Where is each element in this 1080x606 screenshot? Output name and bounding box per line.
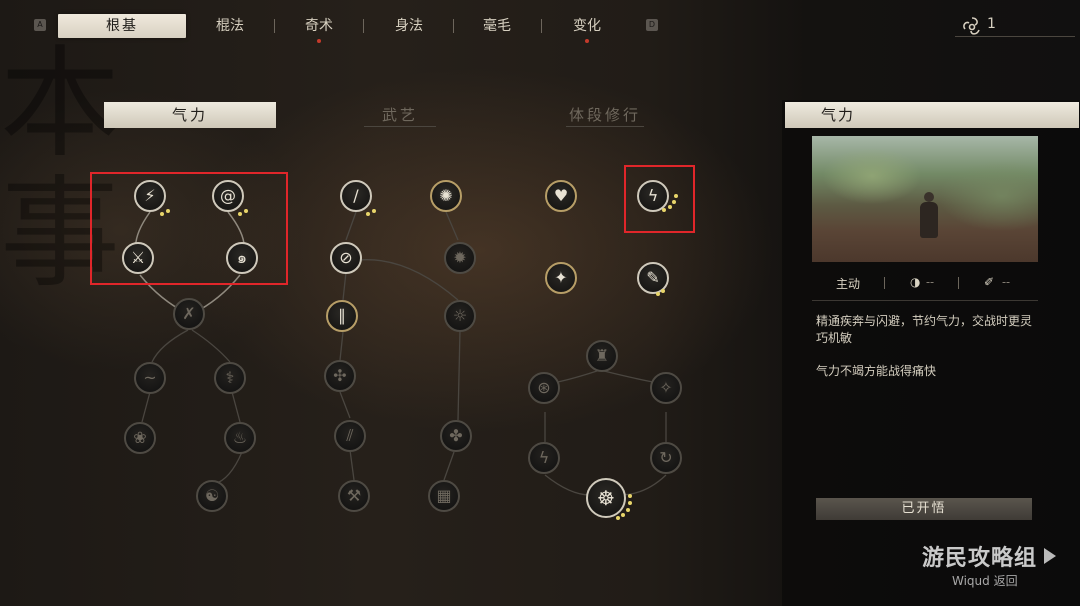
locked-skill-icon[interactable]: ~ bbox=[134, 362, 166, 394]
locked-skill-icon[interactable]: ♜ bbox=[586, 340, 618, 372]
locked-skill-icon[interactable]: ⚒ bbox=[338, 480, 370, 512]
locked-skill-icon[interactable]: ✧ bbox=[650, 372, 682, 404]
locked-skill-icon[interactable]: ϟ bbox=[528, 442, 560, 474]
locked-skill-icon[interactable]: ☼ bbox=[444, 300, 476, 332]
skill-description: 精通疾奔与闪避，节约气力，交战时更灵巧机敏 气力不竭方能战得痛快 bbox=[816, 313, 1036, 396]
skill-type-label: 主动 bbox=[836, 277, 861, 291]
level-pips bbox=[366, 206, 386, 226]
locked-skill-icon[interactable]: ✣ bbox=[324, 360, 356, 392]
enlightened-status-button[interactable]: 已开悟 bbox=[816, 498, 1032, 520]
skill-preview-image bbox=[812, 136, 1038, 262]
spirit-points-value: 1 bbox=[987, 16, 996, 32]
locked-skill-icon[interactable]: ✤ bbox=[440, 420, 472, 452]
locked-skill-icon[interactable]: ↻ bbox=[650, 442, 682, 474]
description-main: 精通疾奔与闪避，节约气力，交战时更灵巧机敏 bbox=[816, 314, 1033, 345]
description-flavor: 气力不竭方能战得痛快 bbox=[816, 364, 937, 378]
stats-divider bbox=[958, 277, 959, 289]
watermark-main: 游民攻略组 bbox=[922, 546, 1038, 571]
watermark-sub: Wiqud 返回 bbox=[952, 574, 1018, 588]
locked-skill-icon[interactable]: ☯ bbox=[196, 480, 228, 512]
spirit-points-counter: 1 bbox=[955, 12, 1075, 38]
highlight-box-qili-nodes bbox=[90, 172, 288, 285]
locked-skill-icon[interactable]: ✗ bbox=[173, 298, 205, 330]
stats-underline bbox=[812, 300, 1038, 301]
locked-skill-icon[interactable]: ♨ bbox=[224, 422, 256, 454]
cooldown-icon: ◑ bbox=[910, 275, 921, 289]
staff-strike-icon[interactable]: ⊘ bbox=[330, 242, 362, 274]
staff-thrust-icon[interactable]: ∥ bbox=[326, 300, 358, 332]
locked-skill-icon[interactable]: ▦ bbox=[428, 480, 460, 512]
locked-skill-icon[interactable]: ⊛ bbox=[528, 372, 560, 404]
locked-skill-icon[interactable]: ✹ bbox=[444, 242, 476, 274]
spirit-swirl-icon bbox=[963, 17, 980, 35]
level-pips bbox=[616, 494, 636, 520]
watermark-play-icon bbox=[1044, 548, 1056, 564]
cooldown-value: -- bbox=[926, 275, 935, 289]
cost-value: -- bbox=[1002, 275, 1011, 289]
locked-skill-icon[interactable]: ⚕ bbox=[214, 362, 246, 394]
cost-icon: ✐ bbox=[984, 275, 995, 289]
heart-skill-icon[interactable]: ♥ bbox=[545, 180, 577, 212]
detail-title: 气力 bbox=[785, 102, 1079, 128]
counter-underline bbox=[955, 36, 1075, 37]
level-pips bbox=[656, 284, 676, 304]
stats-divider bbox=[884, 277, 885, 289]
locked-skill-icon[interactable]: ❀ bbox=[124, 422, 156, 454]
highlight-box-stamina-node bbox=[624, 165, 695, 233]
watermark: 游民攻略组 Wiqud 返回 bbox=[922, 540, 1072, 600]
skill-stats-row: 主动 ◑ -- ✐ -- bbox=[812, 272, 1038, 301]
character-figure bbox=[920, 192, 938, 238]
breath-skill-icon[interactable]: ✦ bbox=[545, 262, 577, 294]
burst-skill-icon[interactable]: ✺ bbox=[430, 180, 462, 212]
locked-skill-icon[interactable]: ⫽ bbox=[334, 420, 366, 452]
